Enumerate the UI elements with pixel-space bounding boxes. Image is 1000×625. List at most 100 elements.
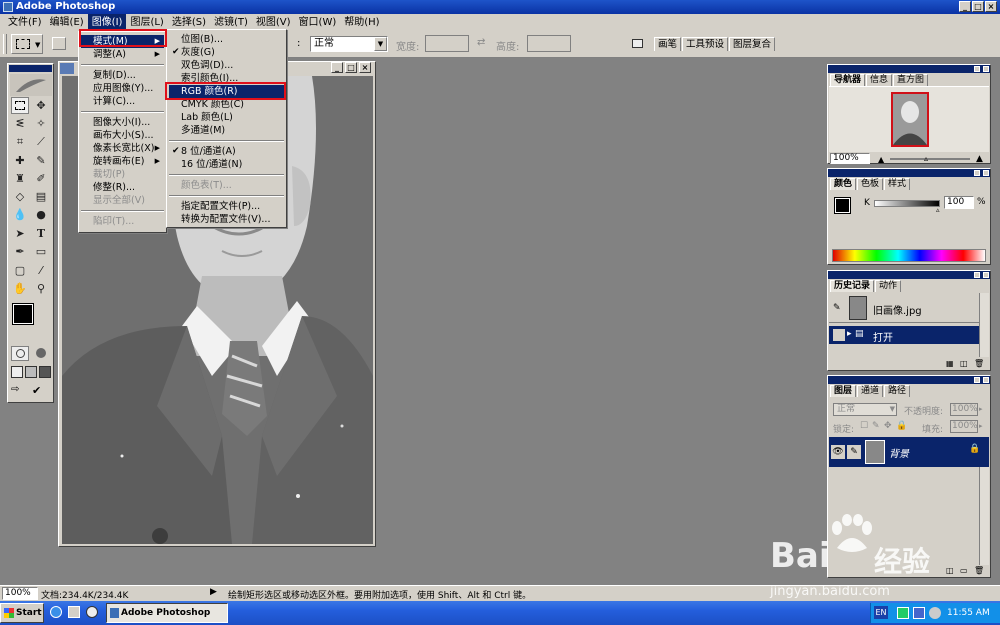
tab-paths[interactable]: 路径 (884, 385, 911, 397)
style-select[interactable]: 正常 ▼ (310, 36, 388, 52)
menu-help[interactable]: 帮助(H) (340, 14, 383, 31)
layer-row-background[interactable]: 👁 ✎ 背景 🔒 (829, 437, 989, 467)
mode-menu-item[interactable]: 灰度(G) ✔ (169, 46, 284, 59)
display-icon[interactable] (913, 607, 925, 619)
lock-pixels-icon[interactable]: ✎ (872, 421, 880, 431)
well-tab-layer-comps[interactable]: 图层复合 (729, 37, 776, 51)
color-foreground-swatch[interactable] (834, 197, 851, 214)
zoom-in-icon[interactable]: ▲ (976, 154, 983, 164)
blur-tool-icon[interactable]: 💧 (11, 206, 29, 223)
feather-logo-icon[interactable] (10, 74, 52, 96)
mode-menu-item[interactable]: 位图(B)... (169, 33, 284, 46)
dodge-tool-icon[interactable]: ● (32, 206, 50, 223)
mode-menu-item[interactable]: 16 位/通道(N) (169, 158, 284, 171)
doc-maximize-button[interactable]: □ (345, 62, 357, 73)
type-tool-icon[interactable]: T (32, 225, 50, 242)
toolbox-titlebar[interactable] (9, 65, 52, 72)
swap-icon[interactable]: ⇄ (477, 37, 485, 48)
image-menu-item[interactable]: 陷印(T)... (81, 215, 164, 228)
palette-titlebar[interactable] (828, 65, 990, 73)
navigator-thumbnail[interactable] (891, 92, 929, 147)
menu-window[interactable]: 窗口(W) (295, 14, 341, 31)
path-selection-tool-icon[interactable]: ➤ (11, 225, 29, 242)
mode-menu-item[interactable]: 多通道(M) (169, 124, 284, 137)
width-input[interactable] (425, 35, 469, 52)
image-menu-item[interactable]: 裁切(P) (81, 168, 164, 181)
chevron-right-icon[interactable]: ▸ (979, 422, 983, 430)
image-menu-item[interactable]: 图像大小(I)... (81, 116, 164, 129)
history-snapshot-row[interactable]: ✎ 旧画像.jpg (829, 293, 979, 323)
network-icon[interactable] (897, 607, 909, 619)
mode-menu-item[interactable]: 指定配置文件(P)... (169, 200, 284, 213)
brush-link-icon[interactable]: ✎ (847, 445, 861, 459)
history-brush-source-box[interactable] (833, 329, 845, 341)
history-brush-tool-icon[interactable]: ✐ (32, 170, 50, 187)
tab-swatches[interactable]: 色板 (857, 178, 884, 190)
lasso-tool-icon[interactable]: ᓬ (11, 115, 29, 132)
well-tab-tool-presets[interactable]: 工具预设 (682, 37, 729, 51)
mode-menu-item[interactable]: CMYK 颜色(C) (169, 98, 284, 111)
lock-transparency-icon[interactable]: ☐ (860, 421, 868, 431)
image-menu-item[interactable]: 模式(M) ▶ (81, 35, 164, 48)
mode-menu-item[interactable]: 8 位/通道(A) ✔ (169, 145, 284, 158)
notes-tool-icon[interactable]: ▢ (11, 262, 29, 279)
crop-tool-icon[interactable]: ⌗ (11, 133, 29, 150)
foreground-color-swatch[interactable] (12, 303, 34, 325)
history-state-row[interactable]: ▸ ▤ 打开 (829, 326, 979, 344)
chevron-right-icon[interactable]: ▸ (979, 405, 983, 413)
shape-tool-icon[interactable]: ▭ (32, 243, 50, 260)
history-brush-source-icon[interactable]: ✎ (833, 303, 845, 315)
image-menu-item[interactable]: 画布大小(S)... (81, 129, 164, 142)
zoom-tool-icon[interactable]: ⚲ (32, 280, 50, 297)
tab-color[interactable]: 颜色 (830, 178, 857, 190)
quick-mask-button[interactable] (32, 346, 50, 361)
minimize-button[interactable]: _ (959, 1, 971, 12)
close-button[interactable]: × (985, 1, 997, 12)
well-tab-brushes[interactable]: 画笔 (654, 37, 682, 51)
eye-visibility-icon[interactable]: 👁 (831, 445, 845, 459)
k-slider-handle[interactable]: ▵ (936, 206, 940, 214)
tab-histogram[interactable]: 直方图 (893, 74, 929, 86)
navigator-zoom-input[interactable]: 100% (830, 153, 870, 164)
pen-tool-icon[interactable]: ✒ (11, 243, 29, 260)
new-snapshot-icon[interactable]: ◫ (960, 359, 968, 368)
screen-mode-standard-icon[interactable] (11, 366, 23, 378)
history-scrollbar[interactable] (979, 293, 989, 357)
gradient-tool-icon[interactable]: ▤ (32, 188, 50, 205)
move-tool-icon[interactable]: ✥ (32, 97, 50, 114)
image-menu-item[interactable]: 修整(R)... (81, 181, 164, 194)
image-menu-item[interactable]: 旋转画布(E) ▶ (81, 155, 164, 168)
jump-to-imageready-icon[interactable]: ⇨ (11, 384, 29, 399)
tab-actions[interactable]: 动作 (875, 280, 902, 292)
color-ramp[interactable] (832, 249, 986, 262)
new-document-icon[interactable]: ▦ (946, 359, 954, 368)
image-menu-item[interactable]: 像素长宽比(X) ▶ (81, 142, 164, 155)
screen-mode-full-menu-icon[interactable] (25, 366, 37, 378)
mode-menu-item[interactable]: 转换为配置文件(V)... (169, 213, 284, 226)
tab-channels[interactable]: 通道 (857, 385, 884, 397)
image-menu-item[interactable]: 计算(C)... (81, 95, 164, 108)
healing-brush-tool-icon[interactable]: ✚ (11, 152, 29, 169)
image-menu-item[interactable]: 调整(A) ▶ (81, 48, 164, 61)
status-zoom-input[interactable]: 100% (2, 587, 38, 600)
magic-wand-tool-icon[interactable]: ✧ (32, 115, 50, 132)
speaker-icon[interactable] (929, 607, 941, 619)
palette-titlebar[interactable] (828, 376, 990, 384)
trash-icon[interactable]: 🗑 (974, 359, 984, 368)
maximize-button[interactable]: □ (972, 1, 984, 12)
tab-info[interactable]: 信息 (866, 74, 893, 86)
clock[interactable]: 11:55 AM (947, 606, 999, 620)
tab-history[interactable]: 历史记录 (830, 280, 875, 292)
zoom-out-icon[interactable]: ▲ (878, 155, 884, 164)
blend-mode-select[interactable]: 正常 ▼ (833, 403, 897, 416)
fill-input[interactable]: 100% (950, 420, 978, 433)
eraser-tool-icon[interactable]: ◇ (11, 188, 29, 205)
mode-menu-item[interactable]: RGB 颜色(R) (169, 85, 284, 98)
menu-edit[interactable]: 编辑(E) (46, 14, 88, 31)
media-player-icon[interactable] (86, 606, 98, 618)
menu-image[interactable]: 图像(I) (87, 14, 127, 31)
zoom-slider[interactable] (890, 158, 970, 160)
mode-menu-item[interactable]: Lab 颜色(L) (169, 111, 284, 124)
opacity-input[interactable]: 100% (950, 403, 978, 416)
edit-in-imageready-icon[interactable]: ✔ (32, 384, 50, 399)
